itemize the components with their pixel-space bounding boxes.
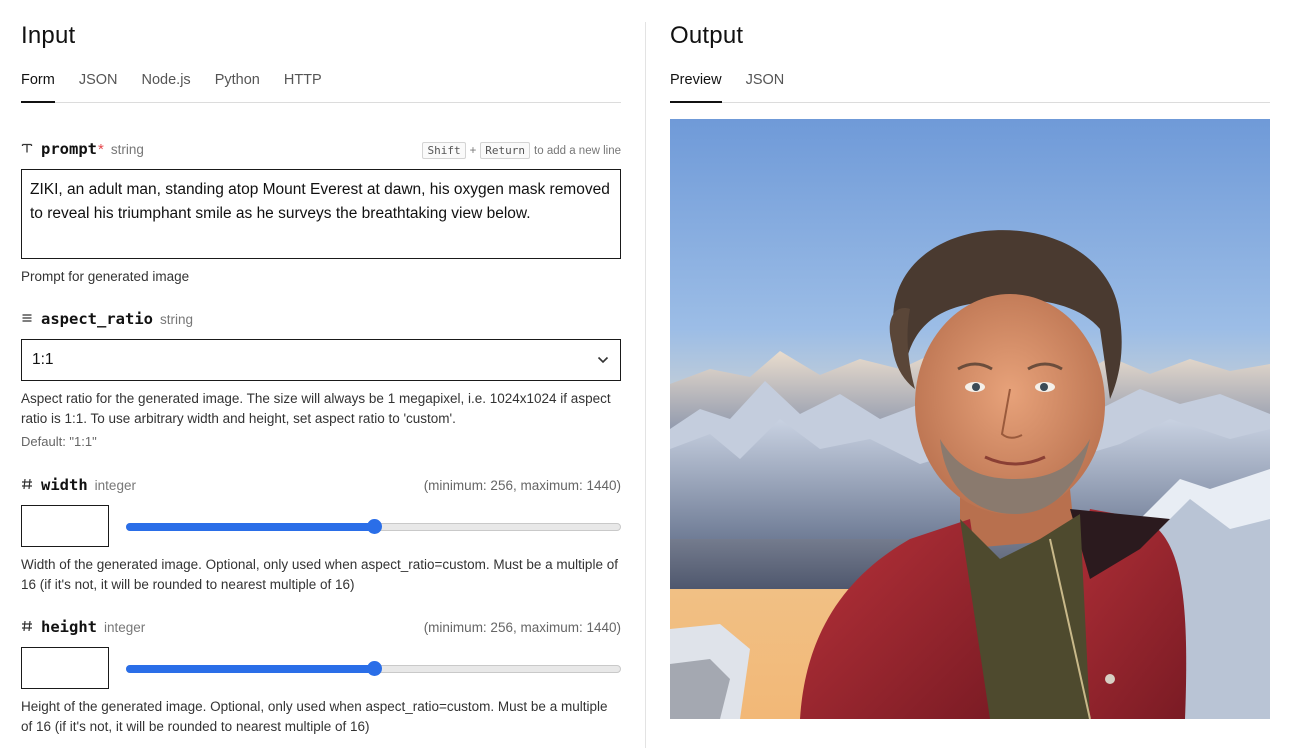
panel-divider bbox=[645, 22, 646, 748]
mountain-portrait-image bbox=[670, 119, 1270, 719]
width-slider[interactable] bbox=[126, 519, 621, 534]
prompt-description: Prompt for generated image bbox=[21, 269, 190, 284]
newline-hint: Shift + Return to add a new line bbox=[422, 142, 621, 159]
width-range: (minimum: 256, maximum: 1440) bbox=[423, 478, 621, 493]
tab-output-json[interactable]: JSON bbox=[746, 72, 785, 103]
height-range: (minimum: 256, maximum: 1440) bbox=[423, 620, 621, 635]
height-label: height bbox=[41, 618, 97, 636]
aspect-ratio-type: string bbox=[159, 312, 193, 327]
input-tabs: Form JSON Node.js Python HTTP bbox=[21, 72, 621, 103]
tab-python[interactable]: Python bbox=[215, 72, 260, 103]
height-field-header: height integer (minimum: 256, maximum: 1… bbox=[21, 618, 621, 638]
aspect-ratio-default: Default: "1:1" bbox=[21, 434, 97, 449]
prompt-field-header: prompt * string Shift + Return to add a … bbox=[21, 140, 621, 160]
tab-form[interactable]: Form bbox=[21, 72, 55, 103]
kbd-suffix: to add a new line bbox=[534, 144, 621, 157]
aspect-ratio-description: Aspect ratio for the generated image. Th… bbox=[21, 391, 611, 426]
output-panel: Output Preview JSON bbox=[670, 0, 1270, 748]
aspect-ratio-select[interactable]: 1:1 bbox=[21, 339, 621, 381]
kbd-return: Return bbox=[480, 142, 531, 159]
tab-http[interactable]: HTTP bbox=[284, 72, 322, 103]
list-icon bbox=[21, 312, 41, 328]
height-slider-fill bbox=[126, 665, 374, 673]
kbd-plus: + bbox=[469, 144, 477, 157]
required-mark: * bbox=[98, 141, 104, 158]
input-title: Input bbox=[21, 22, 76, 49]
input-panel: Input Form JSON Node.js Python HTTP prom… bbox=[21, 0, 621, 748]
prompt-input[interactable]: ZIKI, an adult man, standing atop Mount … bbox=[21, 169, 621, 259]
tab-preview[interactable]: Preview bbox=[670, 72, 722, 103]
prompt-type: string bbox=[110, 142, 144, 157]
tab-nodejs[interactable]: Node.js bbox=[142, 72, 191, 103]
width-slider-fill bbox=[126, 523, 374, 531]
kbd-shift: Shift bbox=[422, 142, 466, 159]
hash-icon bbox=[21, 620, 41, 636]
width-type: integer bbox=[94, 478, 136, 493]
height-type: integer bbox=[104, 620, 146, 635]
width-description: Width of the generated image. Optional, … bbox=[21, 557, 618, 592]
generated-image-preview[interactable] bbox=[670, 119, 1270, 719]
width-label: width bbox=[41, 476, 88, 494]
height-slider-thumb[interactable] bbox=[366, 661, 382, 676]
prompt-label: prompt bbox=[41, 140, 97, 158]
height-description: Height of the generated image. Optional,… bbox=[21, 699, 608, 734]
width-slider-thumb[interactable] bbox=[366, 519, 382, 534]
width-field-header: width integer (minimum: 256, maximum: 14… bbox=[21, 476, 621, 496]
aspect-ratio-label: aspect_ratio bbox=[41, 310, 153, 328]
text-type-icon bbox=[21, 142, 41, 158]
tab-json[interactable]: JSON bbox=[79, 72, 118, 103]
width-input[interactable] bbox=[21, 505, 109, 547]
height-slider[interactable] bbox=[126, 661, 621, 676]
aspect-ratio-field-header: aspect_ratio string bbox=[21, 310, 621, 330]
hash-icon bbox=[21, 478, 41, 494]
aspect-ratio-value: 1:1 bbox=[32, 351, 54, 368]
output-tabs: Preview JSON bbox=[670, 72, 1270, 103]
height-input[interactable] bbox=[21, 647, 109, 689]
output-title: Output bbox=[670, 22, 744, 49]
chevron-down-icon bbox=[596, 353, 610, 367]
